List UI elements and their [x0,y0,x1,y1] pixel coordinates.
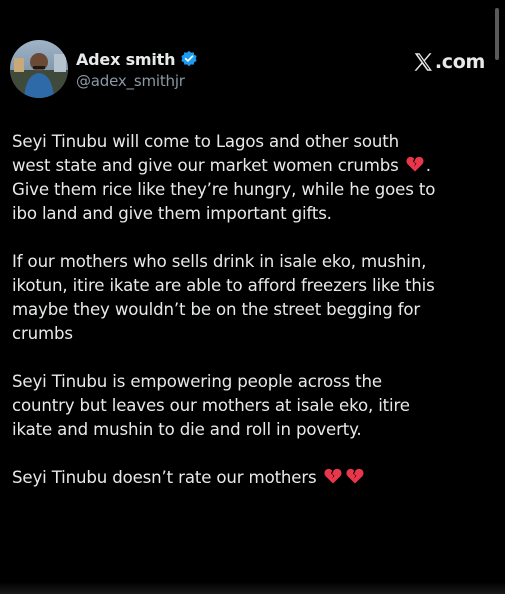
text-line-with-emoji: west state and give our market women cru… [12,154,497,178]
brand-logo[interactable]: .com [412,51,485,73]
verified-badge-icon [180,50,198,68]
text-line: If our mothers who sells drink in isale … [12,252,427,271]
text-line-with-emoji: Seyi Tinubu doesn’t rate our mothers [12,466,497,490]
brand-text: .com [434,51,485,73]
tweet-text: Seyi Tinubu will come to Lagos and other… [12,130,497,514]
name-row: Adex smith [76,48,198,70]
broken-heart-icon [345,466,365,486]
scrollbar[interactable] [495,8,499,60]
text-line: maybe they wouldn’t be on the street beg… [12,300,421,319]
user-info: Adex smith @adex_smithjr [76,48,198,90]
tweet-paragraph-2: If our mothers who sells drink in isale … [12,250,497,346]
x-logo-icon [412,51,434,73]
broken-heart-icon [405,154,425,174]
text-line: ibo land and give them important gifts. [12,204,332,223]
text-line: ikotun, itire ikate are able to afford f… [12,276,435,295]
text-segment: west state and give our market women cru… [12,156,399,175]
text-line: Seyi Tinubu is empowering people across … [12,372,382,391]
text-line: crumbs [12,324,73,343]
tweet-paragraph-4: Seyi Tinubu doesn’t rate our mothers [12,466,497,490]
user-handle[interactable]: @adex_smithjr [76,72,198,90]
tweet-paragraph-3: Seyi Tinubu is empowering people across … [12,370,497,442]
text-line: Give them rice like they’re hungry, whil… [12,180,436,199]
bottom-divider [0,582,505,594]
display-name[interactable]: Adex smith [76,50,176,69]
text-line: country but leaves our mothers at isale … [12,396,410,415]
text-segment: Seyi Tinubu doesn’t rate our mothers [12,468,317,487]
tweet-paragraph-1: Seyi Tinubu will come to Lagos and other… [12,130,497,226]
avatar[interactable] [10,40,68,98]
tweet-header: Adex smith @adex_smithjr .com [10,40,495,104]
text-segment: . [425,156,431,175]
broken-heart-icon [323,466,343,486]
text-line: Seyi Tinubu will come to Lagos and other… [12,132,400,151]
text-line: ikate and mushin to die and roll in pove… [12,420,362,439]
